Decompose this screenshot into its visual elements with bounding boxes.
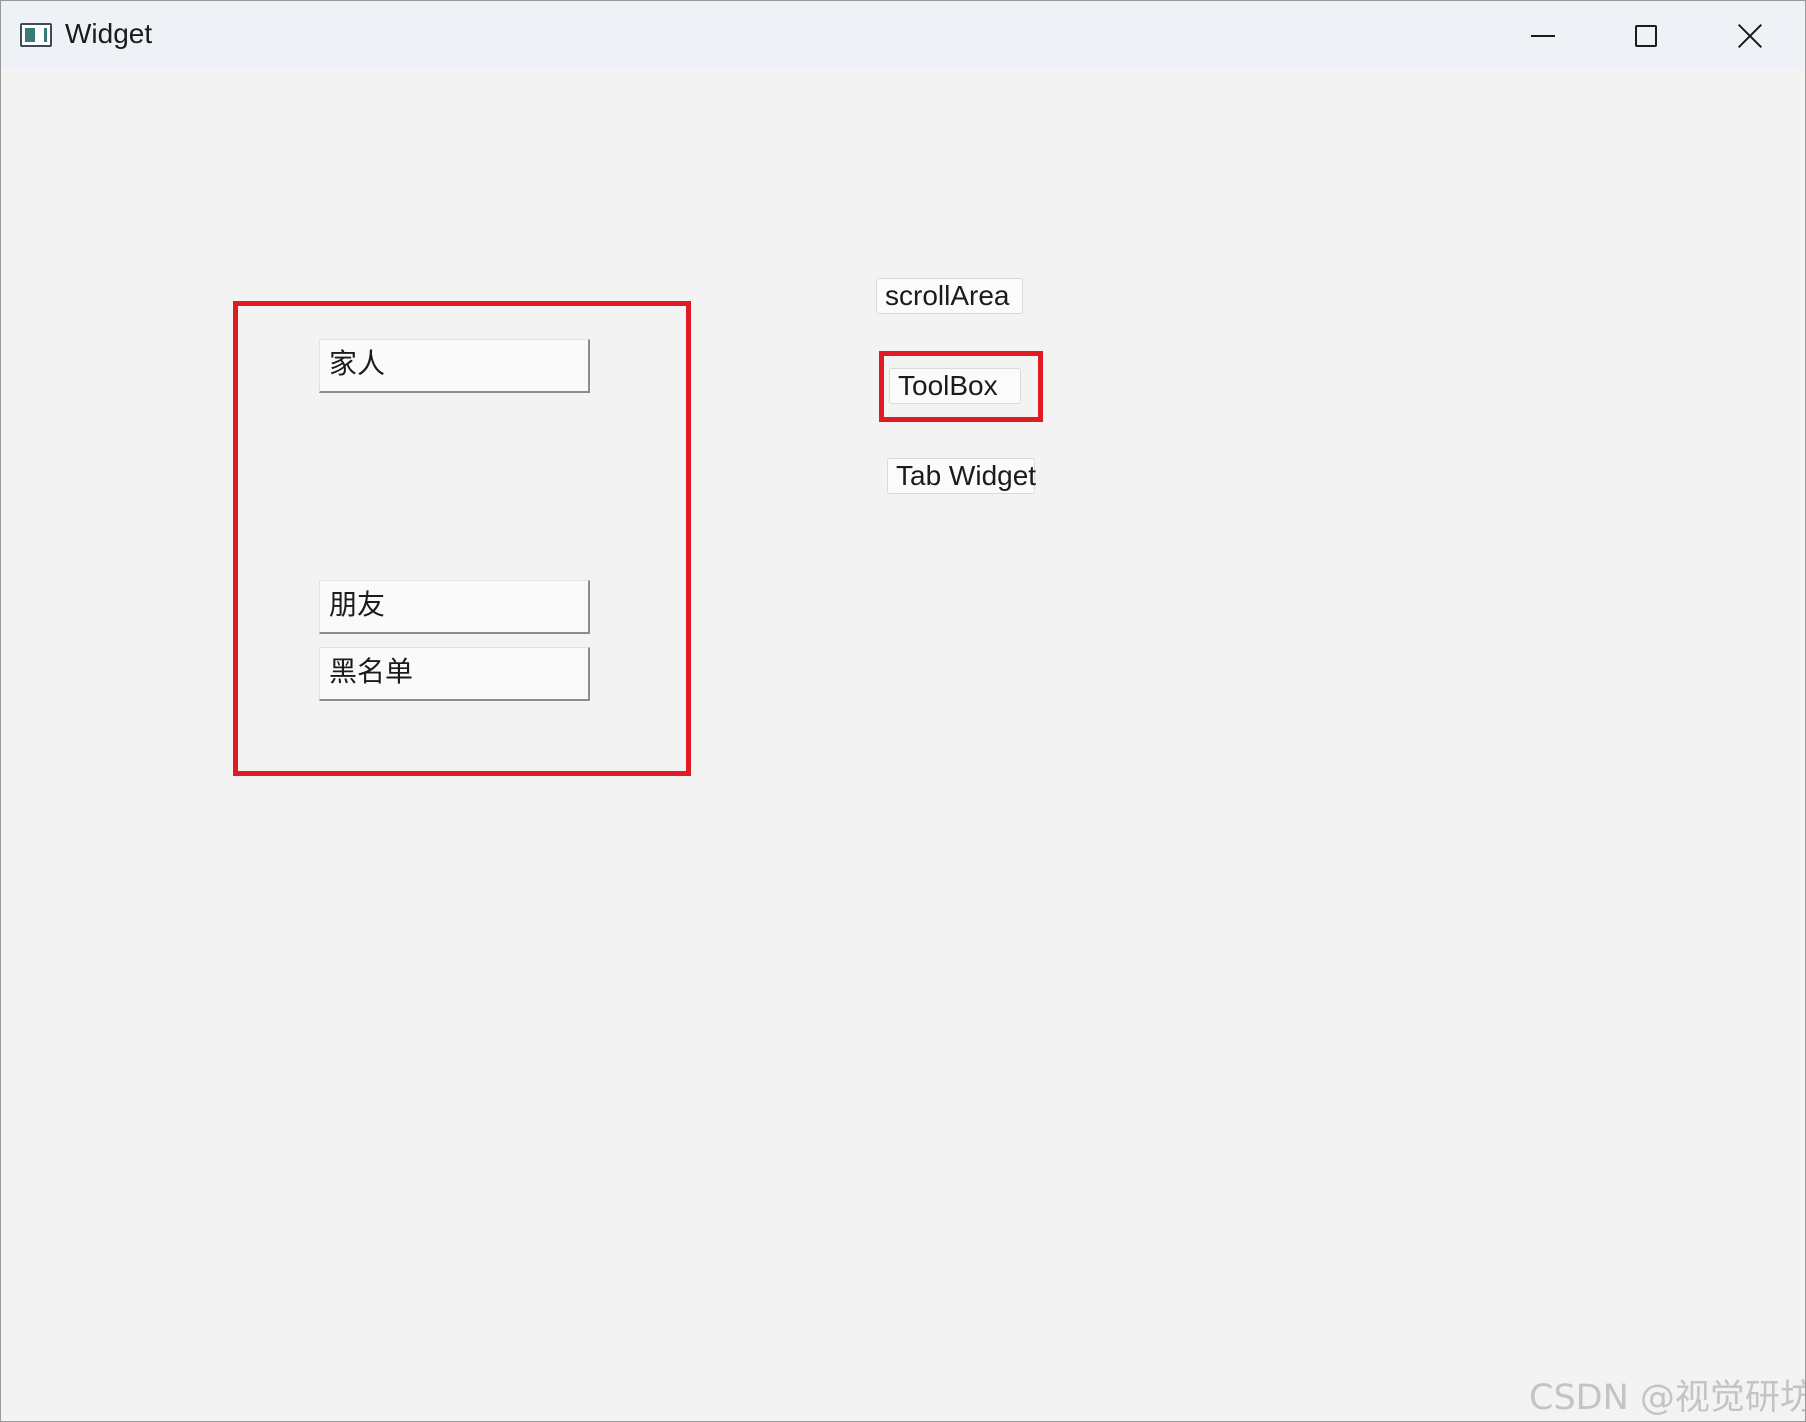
minimize-icon: [1531, 35, 1555, 37]
app-icon-pane: [25, 28, 35, 42]
app-window-icon: [20, 23, 52, 47]
minimize-button[interactable]: [1493, 1, 1593, 69]
toolbox-page-friends-button[interactable]: 朋友: [319, 580, 590, 634]
nav-item-scrollarea[interactable]: scrollArea: [876, 278, 1023, 314]
maximize-button[interactable]: [1597, 1, 1697, 69]
window-title: Widget: [65, 18, 153, 49]
toolbox-page-blacklist-button[interactable]: 黑名单: [319, 647, 590, 701]
nav-item-tab-widget[interactable]: Tab Widget: [887, 458, 1036, 494]
app-icon-pane-right: [44, 28, 47, 42]
title-bar[interactable]: Widget: [1, 1, 1805, 69]
app-window: Widget 家人 朋友 黑名单 scrollArea ToolBox Tab …: [0, 0, 1806, 1422]
close-icon: [1737, 23, 1763, 49]
toolbox-page-family-button[interactable]: 家人: [319, 339, 590, 393]
nav-item-toolbox[interactable]: ToolBox: [889, 368, 1021, 404]
close-button[interactable]: [1701, 1, 1801, 69]
maximize-icon: [1635, 25, 1657, 47]
watermark-text: CSDN @视觉研坊: [1529, 1378, 1806, 1418]
